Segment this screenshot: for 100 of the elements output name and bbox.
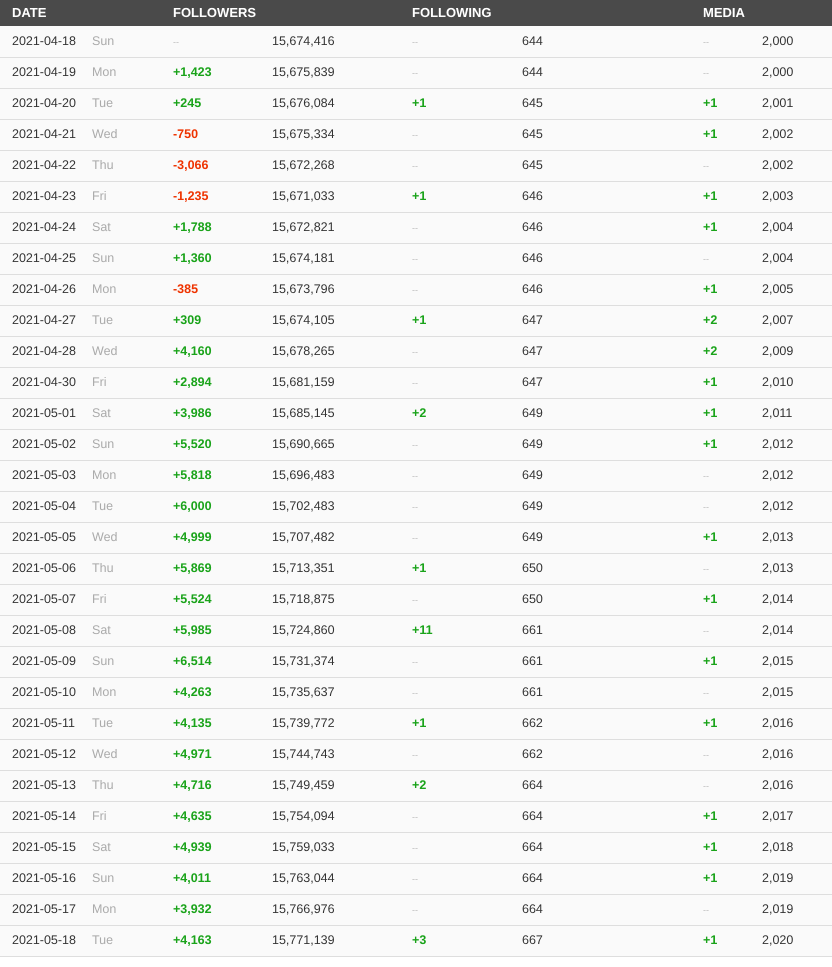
weekday-cell: Tue <box>92 933 114 948</box>
total-cell: 646 <box>522 189 543 204</box>
total-cell: 15,749,459 <box>272 778 335 792</box>
total-cell: 664 <box>522 778 543 792</box>
change-cell: +3,932 <box>173 902 212 916</box>
change-cell: -- <box>412 161 418 172</box>
weekday-cell: Mon <box>92 685 116 700</box>
weekday-cell: Mon <box>92 282 116 296</box>
change-cell: +1 <box>412 189 426 204</box>
change-cell: +4,135 <box>173 716 212 730</box>
total-cell: 2,011 <box>762 406 792 420</box>
total-cell: 15,675,839 <box>272 65 335 80</box>
total-cell: 661 <box>522 654 543 668</box>
change-cell: -- <box>412 905 418 916</box>
change-cell: +2 <box>412 406 426 420</box>
change-cell: -- <box>703 68 710 78</box>
change-cell: -3,066 <box>173 158 208 172</box>
change-cell: +2 <box>412 778 426 792</box>
weekday-cell: Sun <box>92 437 114 452</box>
change-cell: +309 <box>173 313 202 328</box>
date-cell: 2021-05-14 <box>12 809 76 824</box>
date-cell: 2021-05-10 <box>12 685 76 700</box>
change-cell: +1 <box>703 871 718 886</box>
change-cell: +5,520 <box>173 437 212 452</box>
total-cell: 649 <box>522 468 543 482</box>
total-cell: 2,019 <box>762 871 794 886</box>
change-cell: -- <box>412 688 418 698</box>
date-cell: 2021-05-17 <box>12 902 76 916</box>
total-cell: 664 <box>522 902 543 916</box>
change-cell: +2 <box>703 313 718 328</box>
change-cell: -- <box>703 905 710 916</box>
date-cell: 2021-05-03 <box>12 468 76 482</box>
total-cell: 2,012 <box>762 468 794 482</box>
change-cell: +4,971 <box>173 747 212 762</box>
change-cell: -- <box>703 688 710 698</box>
change-cell: +1 <box>703 282 718 296</box>
total-cell: 15,735,637 <box>272 685 335 700</box>
total-cell: 15,713,351 <box>272 561 335 576</box>
date-cell: 2021-05-13 <box>12 778 76 792</box>
weekday-cell: Sat <box>92 623 111 638</box>
weekday-cell: Wed <box>92 530 118 544</box>
weekday-cell: Tue <box>92 716 114 730</box>
change-cell: +6,514 <box>173 654 212 668</box>
total-cell: 15,724,860 <box>272 623 335 638</box>
column-header: FOLLOWING <box>400 0 692 26</box>
total-cell: 15,718,875 <box>272 592 335 606</box>
total-cell: 2,016 <box>762 747 794 762</box>
total-cell: 15,674,181 <box>272 251 335 266</box>
change-cell: -- <box>412 130 418 140</box>
total-cell: 2,014 <box>762 623 794 638</box>
total-cell: 15,759,033 <box>272 840 335 854</box>
total-cell: 2,013 <box>762 561 794 576</box>
date-cell: 2021-04-21 <box>12 127 76 142</box>
change-cell: +1 <box>703 220 718 234</box>
total-cell: 650 <box>522 592 543 606</box>
change-cell: +3 <box>412 933 426 948</box>
total-cell: 2,007 <box>762 313 794 328</box>
date-cell: 2021-04-22 <box>12 158 76 172</box>
change-cell: -- <box>412 347 418 358</box>
total-cell: 15,771,139 <box>272 933 335 948</box>
date-cell: 2021-05-11 <box>12 716 76 730</box>
date-cell: 2021-05-16 <box>12 871 76 886</box>
date-cell: 2021-04-18 <box>12 34 76 48</box>
total-cell: 15,690,665 <box>272 437 335 452</box>
total-cell: 661 <box>522 623 543 638</box>
change-cell: +1 <box>412 313 426 328</box>
change-cell: -- <box>412 502 418 512</box>
weekday-cell: Tue <box>92 499 114 514</box>
date-cell: 2021-04-25 <box>12 251 76 266</box>
change-cell: +4,716 <box>173 778 212 792</box>
total-cell: 15,763,044 <box>272 871 335 886</box>
change-cell: +4,160 <box>173 344 212 358</box>
total-cell: 15,696,483 <box>272 468 335 482</box>
total-cell: 646 <box>522 282 543 296</box>
change-cell: -- <box>412 657 418 668</box>
date-cell: 2021-05-04 <box>12 499 76 514</box>
change-cell: +2 <box>703 344 718 358</box>
change-cell: -- <box>412 223 418 234</box>
change-cell: +1,360 <box>173 251 212 266</box>
total-cell: 2,002 <box>762 127 794 142</box>
total-cell: 664 <box>522 871 543 886</box>
total-cell: 2,015 <box>762 654 794 668</box>
total-cell: 2,019 <box>762 902 794 916</box>
change-cell: -- <box>173 36 179 47</box>
total-cell: 2,014 <box>762 592 794 606</box>
total-cell: 15,673,796 <box>272 282 335 296</box>
change-cell: +1 <box>703 189 718 204</box>
total-cell: 15,676,084 <box>272 96 335 110</box>
date-cell: 2021-04-30 <box>12 375 76 390</box>
change-cell: +1 <box>703 127 718 142</box>
change-cell: +5,985 <box>173 623 212 638</box>
total-cell: 2,010 <box>762 375 794 390</box>
date-cell: 2021-05-01 <box>12 406 76 420</box>
total-cell: 649 <box>522 406 543 420</box>
change-cell: +3,986 <box>173 406 212 420</box>
change-cell: +4,163 <box>173 933 212 948</box>
weekday-cell: Sat <box>92 220 111 234</box>
total-cell: 2,016 <box>762 716 794 730</box>
change-cell: -- <box>703 502 710 512</box>
weekday-cell: Tue <box>92 96 114 110</box>
